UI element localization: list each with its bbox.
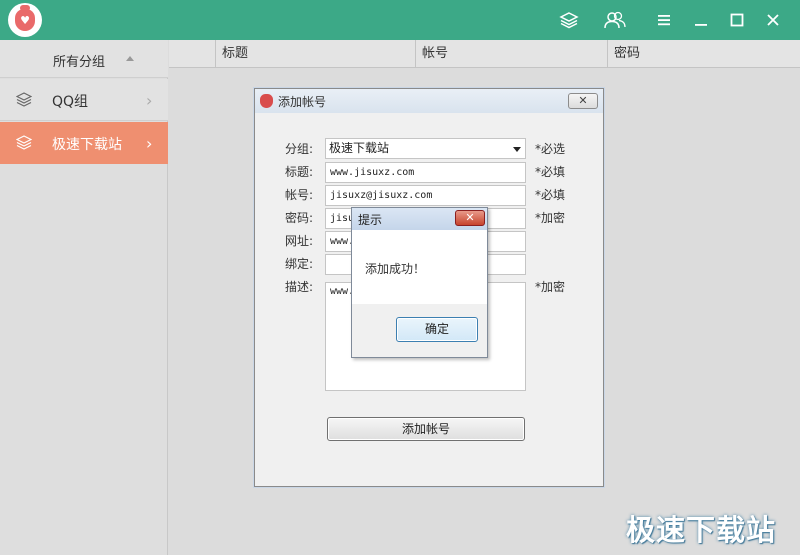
layers-icon[interactable] — [557, 8, 581, 32]
account-input[interactable]: jisuxz@jisuxz.com — [325, 185, 526, 206]
title-bar: ♥ — [0, 0, 800, 40]
maximize-icon[interactable] — [725, 8, 749, 32]
layers-icon — [15, 135, 33, 154]
desc-hint: *加密 — [535, 280, 566, 294]
message-box: 提示 ✕ 添加成功！ 确定 — [351, 207, 488, 358]
table-header: 标题 帐号 密码 — [169, 40, 800, 68]
dropdown-arrow-icon — [513, 147, 521, 152]
group-select-value: 极速下载站 — [329, 141, 390, 155]
minimize-icon[interactable] — [689, 8, 713, 32]
bind-label: 绑定: — [285, 257, 314, 271]
sidebar-item-label: 极速下载站 — [52, 137, 122, 153]
dialog-title-bar: 添加帐号 ✕ — [255, 89, 603, 113]
sidebar-header-label: 所有分组 — [53, 55, 106, 70]
sidebar-header[interactable]: 所有分组 — [0, 40, 168, 78]
sidebar: 所有分组 QQ组 › 极速下载站 › — [0, 40, 168, 555]
password-hint: *加密 — [535, 211, 566, 225]
layers-icon — [15, 92, 33, 111]
url-label: 网址: — [285, 234, 314, 248]
desc-label: 描述: — [285, 280, 314, 294]
chevron-right-icon: › — [146, 91, 153, 110]
watermark: 极速下载站 — [626, 513, 777, 547]
group-label: 分组: — [285, 142, 314, 156]
title-input[interactable]: www.jisuxz.com — [325, 162, 526, 183]
users-icon[interactable] — [603, 8, 627, 32]
add-account-button[interactable]: 添加帐号 — [327, 417, 525, 441]
message-box-title: 提示 — [358, 213, 383, 227]
title-hint: *必填 — [535, 165, 566, 179]
account-hint: *必填 — [535, 188, 566, 202]
title-label: 标题: — [285, 165, 314, 179]
group-hint: *必选 — [535, 142, 566, 156]
chevron-right-icon: › — [146, 134, 153, 153]
menu-icon[interactable] — [652, 8, 676, 32]
group-select[interactable]: 极速下载站 — [325, 138, 526, 159]
close-icon[interactable] — [761, 8, 785, 32]
sidebar-item-qq[interactable]: QQ组 › — [0, 79, 168, 121]
ok-button[interactable]: 确定 — [396, 317, 478, 342]
collapse-arrow-icon[interactable] — [126, 56, 134, 61]
message-text: 添加成功！ — [365, 262, 426, 276]
sidebar-item-jisuxz[interactable]: 极速下载站 › — [0, 122, 168, 164]
money-bag-icon: ♥ — [15, 5, 35, 31]
column-header-account[interactable]: 帐号 — [415, 40, 607, 68]
dialog-close-button[interactable]: ✕ — [568, 93, 598, 109]
column-header-password[interactable]: 密码 — [607, 40, 800, 68]
message-box-close-button[interactable]: ✕ — [455, 210, 485, 226]
column-header-title[interactable]: 标题 — [215, 40, 415, 68]
app-logo: ♥ — [8, 3, 42, 37]
sidebar-item-label: QQ组 — [52, 94, 89, 110]
account-label: 帐号: — [285, 188, 314, 202]
password-label: 密码: — [285, 211, 314, 225]
app-icon — [260, 94, 273, 108]
message-box-title-bar: 提示 ✕ — [352, 208, 487, 230]
dialog-title: 添加帐号 — [278, 95, 327, 109]
